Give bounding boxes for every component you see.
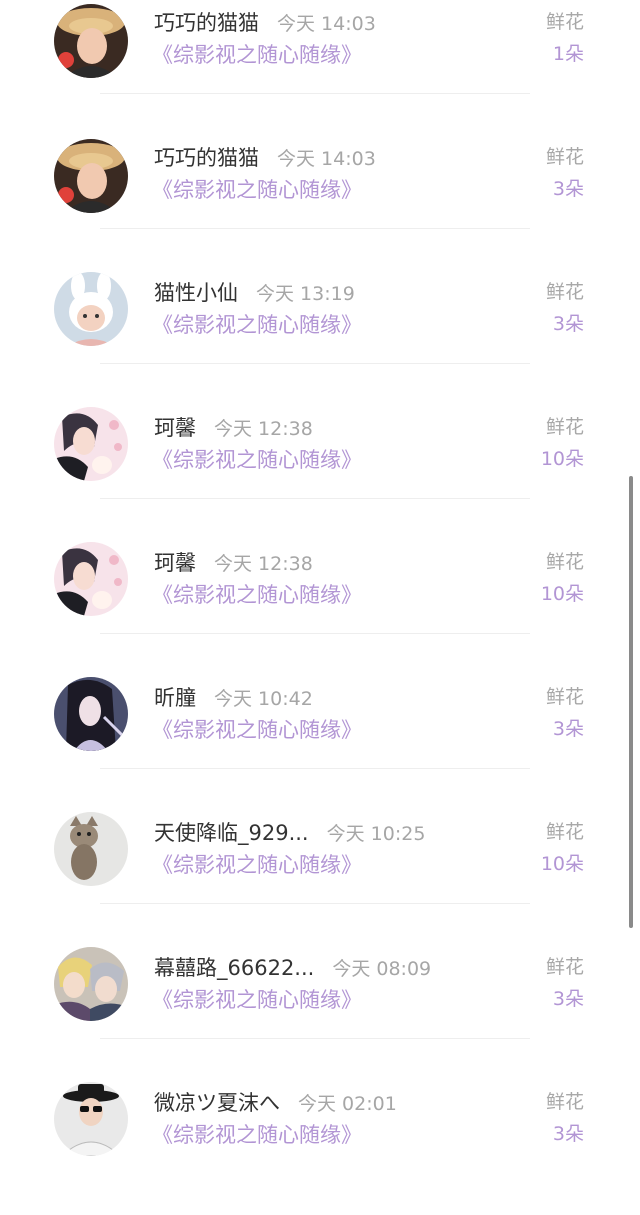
gift-count: 3朵 bbox=[552, 718, 584, 740]
list-item[interactable]: 猫性小仙 今天 13:19 《综影视之随心随缘》 鲜花 3朵 bbox=[0, 270, 640, 405]
list-item[interactable]: 昕朣 今天 10:42 《综影视之随心随缘》 鲜花 3朵 bbox=[0, 675, 640, 810]
list-item[interactable]: 天使降临_929... 今天 10:25 《综影视之随心随缘》 鲜花 10朵 bbox=[0, 810, 640, 945]
user-name[interactable]: 珂馨 bbox=[154, 416, 196, 440]
gift-count: 3朵 bbox=[552, 1123, 584, 1145]
work-title-link[interactable]: 《综影视之随心随缘》 bbox=[152, 985, 362, 1015]
gift-type-label: 鲜花 bbox=[545, 551, 584, 573]
user-name[interactable]: 微凉ツ夏沫へ bbox=[154, 1091, 280, 1115]
work-title-link[interactable]: 《综影视之随心随缘》 bbox=[152, 580, 362, 610]
row-divider bbox=[100, 228, 530, 229]
timestamp: 今天 12:38 bbox=[214, 418, 313, 440]
gift-count: 3朵 bbox=[552, 178, 584, 200]
avatar[interactable] bbox=[54, 407, 128, 481]
name-line: 猫性小仙 今天 13:19 bbox=[154, 278, 355, 308]
list-item[interactable]: 幕囍路_66622... 今天 08:09 《综影视之随心随缘》 鲜花 3朵 bbox=[0, 945, 640, 1080]
name-line: 巧巧的猫猫 今天 14:03 bbox=[154, 8, 376, 38]
name-line: 昕朣 今天 10:42 bbox=[154, 683, 313, 713]
list-item[interactable]: 珂馨 今天 12:38 《综影视之随心随缘》 鲜花 10朵 bbox=[0, 540, 640, 675]
row-divider bbox=[100, 903, 530, 904]
row-divider bbox=[100, 93, 530, 94]
timestamp: 今天 02:01 bbox=[298, 1093, 397, 1115]
user-name[interactable]: 珂馨 bbox=[154, 551, 196, 575]
list-item[interactable]: 珂馨 今天 12:38 《综影视之随心随缘》 鲜花 10朵 bbox=[0, 405, 640, 540]
gift-count: 3朵 bbox=[552, 988, 584, 1010]
avatar[interactable] bbox=[54, 272, 128, 346]
name-line: 珂馨 今天 12:38 bbox=[154, 548, 313, 578]
name-line: 幕囍路_66622... 今天 08:09 bbox=[154, 953, 431, 983]
name-line: 微凉ツ夏沫へ 今天 02:01 bbox=[154, 1088, 397, 1118]
work-title-link[interactable]: 《综影视之随心随缘》 bbox=[152, 445, 362, 475]
baby-bunny-ears-avatar-icon bbox=[54, 272, 128, 346]
woman-hat-avatar-icon bbox=[54, 139, 128, 213]
user-name[interactable]: 巧巧的猫猫 bbox=[154, 146, 259, 170]
gift-type-label: 鲜花 bbox=[545, 416, 584, 438]
gift-type-label: 鲜花 bbox=[545, 686, 584, 708]
gift-type-label: 鲜花 bbox=[545, 281, 584, 303]
avatar[interactable] bbox=[54, 139, 128, 213]
timestamp: 今天 10:42 bbox=[214, 688, 313, 710]
work-title-link[interactable]: 《综影视之随心随缘》 bbox=[152, 715, 362, 745]
boy-sunglasses-avatar-icon bbox=[54, 1082, 128, 1156]
row-divider bbox=[100, 363, 530, 364]
gift-type-label: 鲜花 bbox=[545, 821, 584, 843]
work-title-link[interactable]: 《综影视之随心随缘》 bbox=[152, 1120, 362, 1150]
gift-count: 10朵 bbox=[540, 583, 584, 605]
timestamp: 今天 14:03 bbox=[277, 13, 376, 35]
user-name[interactable]: 天使降临_929... bbox=[154, 821, 309, 845]
anime-couple-avatar-icon bbox=[54, 542, 128, 616]
work-title-link[interactable]: 《综影视之随心随缘》 bbox=[152, 850, 362, 880]
timestamp: 今天 14:03 bbox=[277, 148, 376, 170]
user-name[interactable]: 幕囍路_66622... bbox=[154, 956, 314, 980]
anime-boys-avatar-icon bbox=[54, 947, 128, 1021]
user-name[interactable]: 昕朣 bbox=[154, 686, 196, 710]
avatar[interactable] bbox=[54, 812, 128, 886]
list-item[interactable]: 巧巧的猫猫 今天 14:03 《综影视之随心随缘》 鲜花 1朵 bbox=[0, 0, 640, 135]
timestamp: 今天 10:25 bbox=[326, 823, 426, 845]
kitten-avatar-icon bbox=[54, 812, 128, 886]
work-title-link[interactable]: 《综影视之随心随缘》 bbox=[152, 40, 362, 70]
work-title-link[interactable]: 《综影视之随心随缘》 bbox=[152, 310, 362, 340]
avatar[interactable] bbox=[54, 542, 128, 616]
woman-hat-avatar-icon bbox=[54, 4, 128, 78]
gift-count: 3朵 bbox=[552, 313, 584, 335]
timestamp: 今天 12:38 bbox=[214, 553, 313, 575]
gift-type-label: 鲜花 bbox=[545, 146, 584, 168]
list-item[interactable]: 巧巧的猫猫 今天 14:03 《综影视之随心随缘》 鲜花 3朵 bbox=[0, 135, 640, 270]
timestamp: 今天 08:09 bbox=[332, 958, 432, 980]
row-divider bbox=[100, 498, 530, 499]
list-item[interactable]: 微凉ツ夏沫へ 今天 02:01 《综影视之随心随缘》 鲜花 3朵 bbox=[0, 1080, 640, 1215]
row-divider bbox=[100, 768, 530, 769]
name-line: 珂馨 今天 12:38 bbox=[154, 413, 313, 443]
user-name[interactable]: 猫性小仙 bbox=[154, 281, 238, 305]
user-name[interactable]: 巧巧的猫猫 bbox=[154, 11, 259, 35]
name-line: 天使降临_929... 今天 10:25 bbox=[154, 818, 425, 848]
vertical-scrollbar[interactable] bbox=[629, 476, 633, 928]
row-divider bbox=[100, 1038, 530, 1039]
avatar[interactable] bbox=[54, 1082, 128, 1156]
gift-count: 10朵 bbox=[540, 448, 584, 470]
avatar[interactable] bbox=[54, 947, 128, 1021]
anime-girl-avatar-icon bbox=[54, 677, 128, 751]
work-title-link[interactable]: 《综影视之随心随缘》 bbox=[152, 175, 362, 205]
anime-couple-avatar-icon bbox=[54, 407, 128, 481]
row-divider bbox=[100, 633, 530, 634]
timestamp: 今天 13:19 bbox=[256, 283, 355, 305]
gift-type-label: 鲜花 bbox=[545, 956, 584, 978]
gift-type-label: 鲜花 bbox=[545, 1091, 584, 1113]
gift-count: 10朵 bbox=[540, 853, 584, 875]
gift-count: 1朵 bbox=[552, 43, 584, 65]
avatar[interactable] bbox=[54, 677, 128, 751]
avatar[interactable] bbox=[54, 4, 128, 78]
name-line: 巧巧的猫猫 今天 14:03 bbox=[154, 143, 376, 173]
gift-type-label: 鲜花 bbox=[545, 11, 584, 33]
